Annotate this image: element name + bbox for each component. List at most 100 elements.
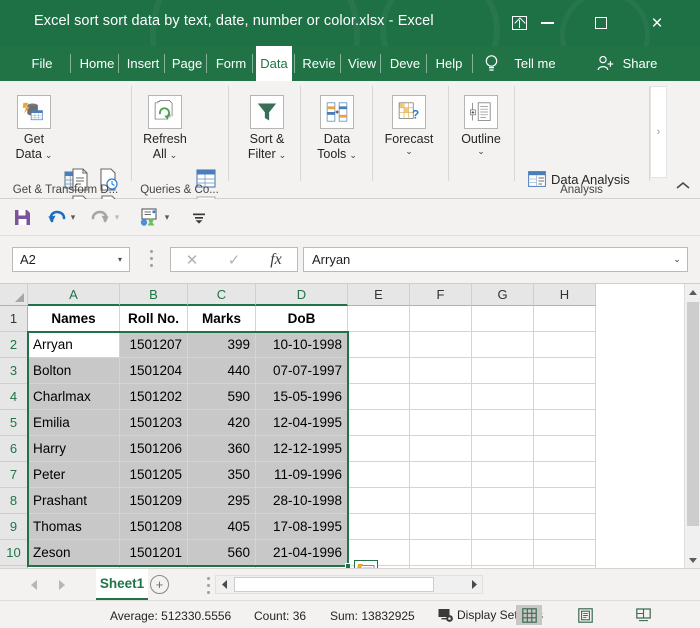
horizontal-scrollbar[interactable] [215, 575, 483, 594]
save-button[interactable] [10, 206, 34, 229]
grid-cell[interactable]: 1501205 [120, 462, 188, 488]
column-header-E[interactable]: E [348, 284, 410, 306]
grid-cell[interactable]: 1501204 [120, 358, 188, 384]
grid-cell[interactable]: 1501209 [120, 488, 188, 514]
sort-filter-button[interactable]: Sort &Filter⌄ [238, 95, 296, 162]
grid-cell[interactable]: Charlmax [28, 384, 120, 410]
ribbon-tab-deve[interactable]: Deve [384, 46, 426, 81]
data-tools-button[interactable]: DataTools⌄ [308, 95, 366, 162]
grid-cell[interactable] [534, 462, 596, 488]
grid-cell[interactable] [410, 306, 472, 332]
column-header-A[interactable]: A [28, 284, 120, 306]
row-header-6[interactable]: 6 [0, 436, 28, 462]
grid-cell[interactable]: 590 [188, 384, 256, 410]
grid-cell[interactable] [410, 462, 472, 488]
grid-cell[interactable]: 12-04-1995 [256, 410, 348, 436]
row-header-8[interactable]: 8 [0, 488, 28, 514]
undo-button[interactable] [44, 206, 68, 229]
page-break-view-button[interactable] [630, 605, 656, 625]
grid-cell[interactable] [472, 436, 534, 462]
redo-dropdown[interactable]: ▾ [110, 206, 124, 229]
grid-cell[interactable] [348, 488, 410, 514]
grid-cell[interactable] [410, 384, 472, 410]
grid-cell[interactable] [348, 436, 410, 462]
grid-cell[interactable]: 15-05-1996 [256, 384, 348, 410]
grid-cell[interactable] [348, 462, 410, 488]
grid-cell[interactable] [410, 540, 472, 566]
column-header-D[interactable]: D [256, 284, 348, 306]
grid-cell[interactable] [348, 358, 410, 384]
ribbon-tab-form[interactable]: Form [210, 46, 252, 81]
grid-cell[interactable]: Bolton [28, 358, 120, 384]
grid-cell[interactable] [472, 514, 534, 540]
grid-cell[interactable] [348, 306, 410, 332]
grid-cell[interactable]: Marks [188, 306, 256, 332]
add-sheet-button[interactable]: + [150, 575, 169, 594]
quick-analysis-button[interactable] [354, 560, 378, 568]
chevron-down-icon[interactable]: ⌄ [477, 147, 485, 155]
grid-cell[interactable] [472, 540, 534, 566]
grid-cell[interactable] [410, 332, 472, 358]
ribbon-tab-home[interactable]: Home [76, 46, 118, 81]
select-all-button[interactable] [0, 284, 28, 306]
column-header-F[interactable]: F [410, 284, 472, 306]
collapse-ribbon-button[interactable] [672, 175, 694, 195]
close-button[interactable]: × [634, 0, 680, 46]
grid-cell[interactable]: 28-10-1998 [256, 488, 348, 514]
previous-sheet-button[interactable] [24, 576, 44, 594]
grid-cell[interactable] [472, 332, 534, 358]
ribbon-scroll-right-button[interactable]: › [650, 86, 667, 178]
grid-cell[interactable]: 07-07-1997 [256, 358, 348, 384]
column-header-B[interactable]: B [120, 284, 188, 306]
grid-cell[interactable] [534, 410, 596, 436]
grid-cell[interactable] [410, 436, 472, 462]
outline-button[interactable]: Outline⌄ [452, 95, 510, 155]
minimize-button[interactable] [524, 0, 570, 46]
grid-cell[interactable] [348, 514, 410, 540]
ribbon-tab-share[interactable]: Share [615, 46, 665, 81]
grid-cell[interactable]: 1501207 [120, 332, 188, 358]
grid-cell[interactable] [472, 358, 534, 384]
chevron-down-icon[interactable]: ⌄ [170, 151, 178, 159]
grid-cell[interactable]: 11-09-1996 [256, 462, 348, 488]
scroll-right-button[interactable] [465, 576, 482, 593]
sheet-tab-sheet1[interactable]: Sheet1 [96, 569, 148, 600]
customize-quick-access-toolbar-button[interactable] [188, 206, 210, 229]
grid-cell[interactable]: Thomas [28, 514, 120, 540]
scroll-down-button[interactable] [685, 551, 700, 568]
vertical-scroll-thumb[interactable] [687, 302, 699, 526]
grid-cell[interactable] [410, 358, 472, 384]
grid-cell[interactable] [348, 332, 410, 358]
chevron-down-icon[interactable]: ▾ [111, 255, 129, 264]
chevron-down-icon[interactable]: ⌄ [349, 151, 357, 159]
grid-cell[interactable]: 1501201 [120, 540, 188, 566]
normal-view-button[interactable] [516, 605, 542, 625]
expand-formula-bar-button[interactable]: ⌄ [667, 254, 687, 265]
grid-cell[interactable]: 350 [188, 462, 256, 488]
ribbon-tab-file[interactable]: File [22, 46, 62, 81]
grid-cell[interactable] [534, 332, 596, 358]
grid-cell[interactable] [472, 488, 534, 514]
page-layout-view-button[interactable] [572, 605, 598, 625]
ribbon-tab-data[interactable]: Data [256, 46, 292, 81]
grid-cell[interactable]: Arryan [28, 332, 120, 358]
grid-cell[interactable]: 405 [188, 514, 256, 540]
undo-dropdown[interactable]: ▾ [66, 206, 80, 229]
grid-cell[interactable]: Zeson [28, 540, 120, 566]
maximize-button[interactable] [578, 0, 624, 46]
grid-cell[interactable] [472, 462, 534, 488]
grid-cell[interactable]: 1501206 [120, 436, 188, 462]
grid-cell[interactable] [410, 514, 472, 540]
grid-cell[interactable]: 295 [188, 488, 256, 514]
grid-cell[interactable]: 420 [188, 410, 256, 436]
grid-cell[interactable]: Emilia [28, 410, 120, 436]
touch-mouse-mode-button[interactable] [135, 206, 161, 229]
cancel-entry-button[interactable]: ✕ [171, 248, 213, 271]
chevron-down-icon[interactable]: ⌄ [45, 151, 53, 159]
grid-cell[interactable]: 12-12-1995 [256, 436, 348, 462]
worksheet-grid[interactable]: ABCDEFGH1NamesRoll No.MarksDoB2Arryan150… [0, 284, 700, 568]
vertical-scrollbar[interactable] [684, 284, 700, 568]
row-header-3[interactable]: 3 [0, 358, 28, 384]
grid-cell[interactable] [472, 384, 534, 410]
touch-mode-dropdown[interactable]: ▾ [160, 206, 174, 229]
